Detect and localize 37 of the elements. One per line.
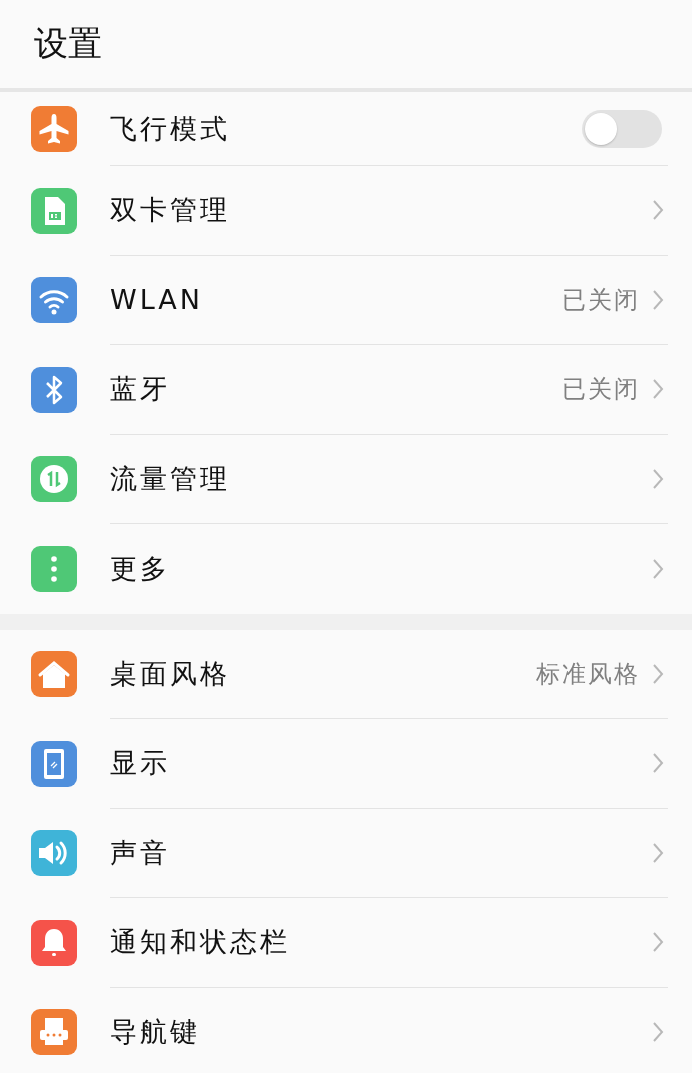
settings-item[interactable]: WLAN 已关闭 <box>0 255 692 345</box>
chevron-right-icon <box>652 199 664 222</box>
item-value: 标准风格 <box>536 658 640 690</box>
chevron-right-icon <box>652 378 664 401</box>
settings-item[interactable]: 通知和状态栏 <box>0 898 692 988</box>
settings-item[interactable]: 蓝牙 已关闭 <box>0 345 692 435</box>
chevron-right-icon <box>652 662 664 685</box>
chevron-right-icon <box>652 841 664 864</box>
settings-item[interactable]: 导航键 <box>0 987 692 1073</box>
item-value: 已关闭 <box>562 284 640 316</box>
item-label: WLAN <box>110 284 205 316</box>
item-label: 桌面风格 <box>110 656 231 691</box>
settings-item[interactable]: 声音 <box>0 808 692 898</box>
settings-item[interactable]: 更多 <box>0 524 692 614</box>
settings-item[interactable]: 显示 <box>0 719 692 809</box>
settings-item[interactable]: 双卡管理 <box>0 166 692 256</box>
item-label: 通知和状态栏 <box>110 925 291 960</box>
item-label: 声音 <box>110 835 171 870</box>
toggle-switch[interactable] <box>582 109 662 148</box>
item-label: 双卡管理 <box>110 193 231 228</box>
item-label: 蓝牙 <box>110 372 171 407</box>
chevron-right-icon <box>652 752 664 775</box>
chevron-right-icon <box>652 1021 664 1044</box>
chevron-right-icon <box>652 557 664 580</box>
item-label: 飞行模式 <box>110 111 231 146</box>
page-title: 设置 <box>34 22 102 65</box>
chevron-right-icon <box>652 931 664 954</box>
item-label: 导航键 <box>110 1015 201 1050</box>
item-label: 流量管理 <box>110 461 231 496</box>
chevron-right-icon <box>652 288 664 311</box>
settings-item[interactable]: 桌面风格 标准风格 <box>0 629 692 719</box>
item-label: 显示 <box>110 746 171 781</box>
chevron-right-icon <box>652 467 664 490</box>
settings-item[interactable]: 流量管理 <box>0 434 692 524</box>
item-value: 已关闭 <box>562 374 640 406</box>
settings-item[interactable]: 飞行模式 <box>0 92 692 166</box>
item-label: 更多 <box>110 551 171 586</box>
